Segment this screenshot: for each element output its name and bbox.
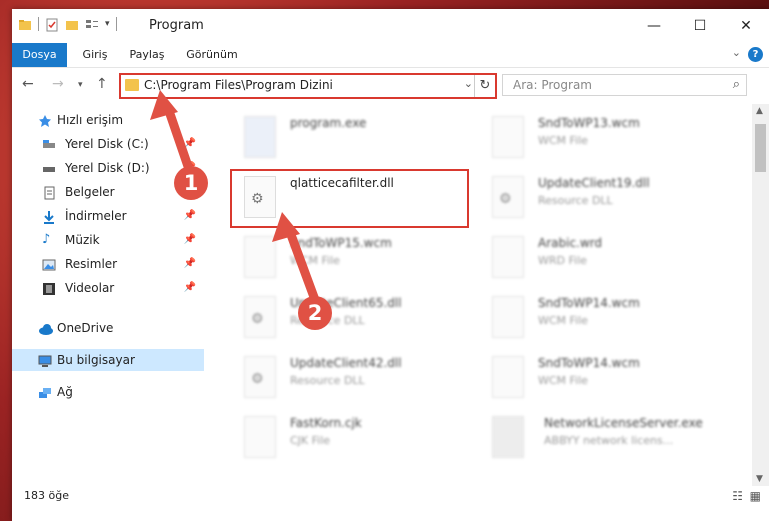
annotation-badge-2: 2 (298, 296, 332, 330)
annotation-badge-1: 1 (174, 166, 208, 200)
annotation-arrows (150, 90, 323, 313)
